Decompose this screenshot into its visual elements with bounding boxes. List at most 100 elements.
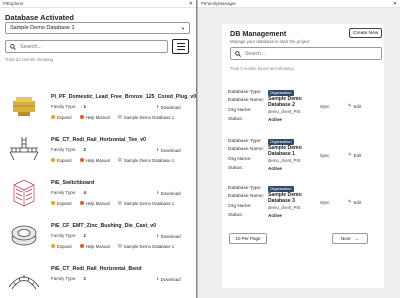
switchboard-thumbnail	[13, 179, 35, 207]
family-name: PiE_CT_Redi_Rail_Horizontal_Bend	[51, 266, 142, 272]
expand-icon	[51, 115, 55, 119]
help-icon	[79, 115, 84, 119]
database-select[interactable]: Sample Demo Database 1 ▼	[5, 22, 190, 34]
list-item[interactable]: PiE_CT_Redi_Rail_Horizontal_Bend Family …	[0, 262, 196, 298]
piexplorer-window: PiExplorer ✕ Database Activated Sample D…	[0, 0, 197, 298]
download-icon: ⭳	[157, 104, 159, 109]
search-icon	[235, 50, 241, 57]
database-icon: ▤	[117, 114, 122, 119]
plug-fitting-thumbnail	[13, 97, 35, 116]
database-icon: ▤	[117, 243, 122, 248]
status-value: Active	[268, 213, 282, 218]
edit-icon: ✎	[348, 103, 352, 108]
db-management-panel: DB Management Manage your database to st…	[222, 24, 384, 288]
expand-button[interactable]: Expand	[51, 158, 72, 163]
search-placeholder: Search...	[20, 43, 43, 50]
bushing-thumbnail	[11, 225, 37, 246]
close-icon[interactable]: ✕	[393, 1, 397, 7]
list-item[interactable]: PiE_CF_EMT_Zinc_Bushing_Die_Cast_v0 Fami…	[0, 219, 196, 262]
sync-button[interactable]: Sync	[320, 200, 330, 205]
database-link[interactable]: ▤ Sample Demo Database 1	[118, 157, 174, 163]
expand-button[interactable]: Expand	[51, 115, 72, 120]
family-type: Family Type: 4	[51, 190, 86, 195]
download-button[interactable]: ⭳ Download	[157, 232, 181, 240]
download-icon: ⭳	[157, 276, 159, 281]
family-name: PiE_CF_EMT_Zinc_Bushing_Die_Cast_v0	[51, 223, 157, 229]
org-name: demo_client_PIS	[268, 108, 301, 114]
edit-button[interactable]: ✎ Edit	[348, 199, 361, 205]
help-icon	[79, 158, 84, 162]
org-name: demo_client_PIS	[268, 157, 301, 163]
help-manual-button[interactable]: Help Manual	[79, 158, 110, 163]
arrow-right-icon: →	[354, 236, 359, 241]
database-icon: ▤	[117, 200, 122, 205]
edit-button[interactable]: ✎ Edit	[348, 103, 361, 109]
family-type: Family Type: 1	[51, 233, 86, 238]
search-input[interactable]: Search...	[230, 47, 382, 60]
per-page-select[interactable]: 10 Per Page	[229, 233, 267, 244]
database-type-badge: Organization	[268, 186, 294, 192]
expand-icon	[51, 158, 55, 162]
download-button[interactable]: ⭳ Download	[157, 146, 181, 154]
page-title: DB Management	[230, 29, 287, 38]
page-subtitle: Manage your database to start the projec…	[230, 39, 310, 44]
download-button[interactable]: ⭳ Download	[157, 189, 181, 197]
expand-icon	[51, 244, 55, 248]
database-name: Sample Demo Database 1	[268, 145, 302, 157]
sync-button[interactable]: Sync	[320, 153, 330, 158]
expand-button[interactable]: Expand	[51, 244, 72, 249]
family-type: Family Type: 2	[51, 147, 86, 152]
help-manual-button[interactable]: Help Manual	[79, 201, 110, 206]
expand-icon	[51, 201, 55, 205]
download-button[interactable]: ⭳ Download	[157, 103, 181, 111]
rail-bend-thumbnail	[8, 275, 40, 290]
family-name: PiE_Switchboard	[51, 180, 95, 186]
titlebar: PiFamilyManager ✕	[198, 0, 400, 8]
database-name: Sample Demo Database 2	[268, 96, 302, 108]
help-manual-button[interactable]: Help Manual	[79, 244, 110, 249]
window-title: PiFamilyManager	[201, 1, 237, 6]
database-link[interactable]: ▤ Sample Demo Database 1	[118, 200, 174, 206]
database-name: Sample Demo Database 3	[268, 192, 302, 204]
sync-button[interactable]: Sync	[320, 104, 330, 109]
database-select-value: Sample Demo Database 1	[10, 25, 75, 31]
org-name: demo_client_PIS	[268, 204, 301, 210]
next-page-button[interactable]: Next →	[332, 233, 368, 244]
help-manual-button[interactable]: Help Manual	[79, 115, 110, 120]
database-type-badge: Organization	[268, 90, 294, 96]
search-placeholder: Search...	[245, 50, 266, 57]
window-title: PiExplorer	[3, 1, 24, 6]
search-input[interactable]: Search...	[5, 40, 168, 53]
titlebar: PiExplorer ✕	[0, 0, 196, 8]
menu-button[interactable]	[172, 39, 189, 54]
database-entry: Database Type: Database Name: Org Name: …	[228, 139, 362, 171]
family-type: Family Type: 1	[51, 104, 86, 109]
database-entry: Database Type: Database Name: Org Name: …	[228, 186, 362, 218]
status-value: Active	[268, 166, 282, 171]
close-icon[interactable]: ✕	[189, 1, 193, 7]
database-link[interactable]: ▤ Sample Demo Database 1	[118, 114, 174, 120]
results-count: Total 22 results showing	[5, 57, 54, 62]
list-item[interactable]: PiE_Switchboard Family Type: 4 ⭳ Download …	[0, 176, 196, 219]
status-value: Active	[268, 117, 282, 122]
rail-tee-thumbnail	[9, 137, 39, 161]
results-count: Total 3 results found and showing	[230, 66, 294, 71]
database-entry: Database Type: Database Name: Org Name: …	[228, 90, 362, 122]
list-item[interactable]: PI_PF_Domestic_Lead_Free_Bronze_125_Core…	[0, 90, 196, 133]
pifamilymanager-window: PiFamilyManager ✕ DB Management Manage y…	[198, 0, 400, 298]
chevron-down-icon: ▼	[181, 25, 185, 31]
create-new-button[interactable]: Create New	[349, 28, 383, 38]
download-icon: ⭳	[157, 147, 159, 152]
list-item[interactable]: PiE_CT_Redi_Rail_Horizontal_Tee_v0 Famil…	[0, 133, 196, 176]
edit-button[interactable]: ✎ Edit	[348, 152, 361, 158]
expand-button[interactable]: Expand	[51, 201, 72, 206]
database-type-badge: Organization	[268, 139, 294, 145]
database-link[interactable]: ▤ Sample Demo Database 1	[118, 243, 174, 249]
page-title: Database Activated	[5, 13, 74, 22]
family-type: Family Type: 1	[51, 276, 86, 281]
download-icon: ⭳	[157, 233, 159, 238]
help-icon	[79, 201, 84, 205]
download-button[interactable]: ⭳ Download	[157, 275, 181, 283]
edit-icon: ✎	[348, 152, 352, 157]
family-name: PiE_CT_Redi_Rail_Horizontal_Tee_v0	[51, 137, 146, 143]
